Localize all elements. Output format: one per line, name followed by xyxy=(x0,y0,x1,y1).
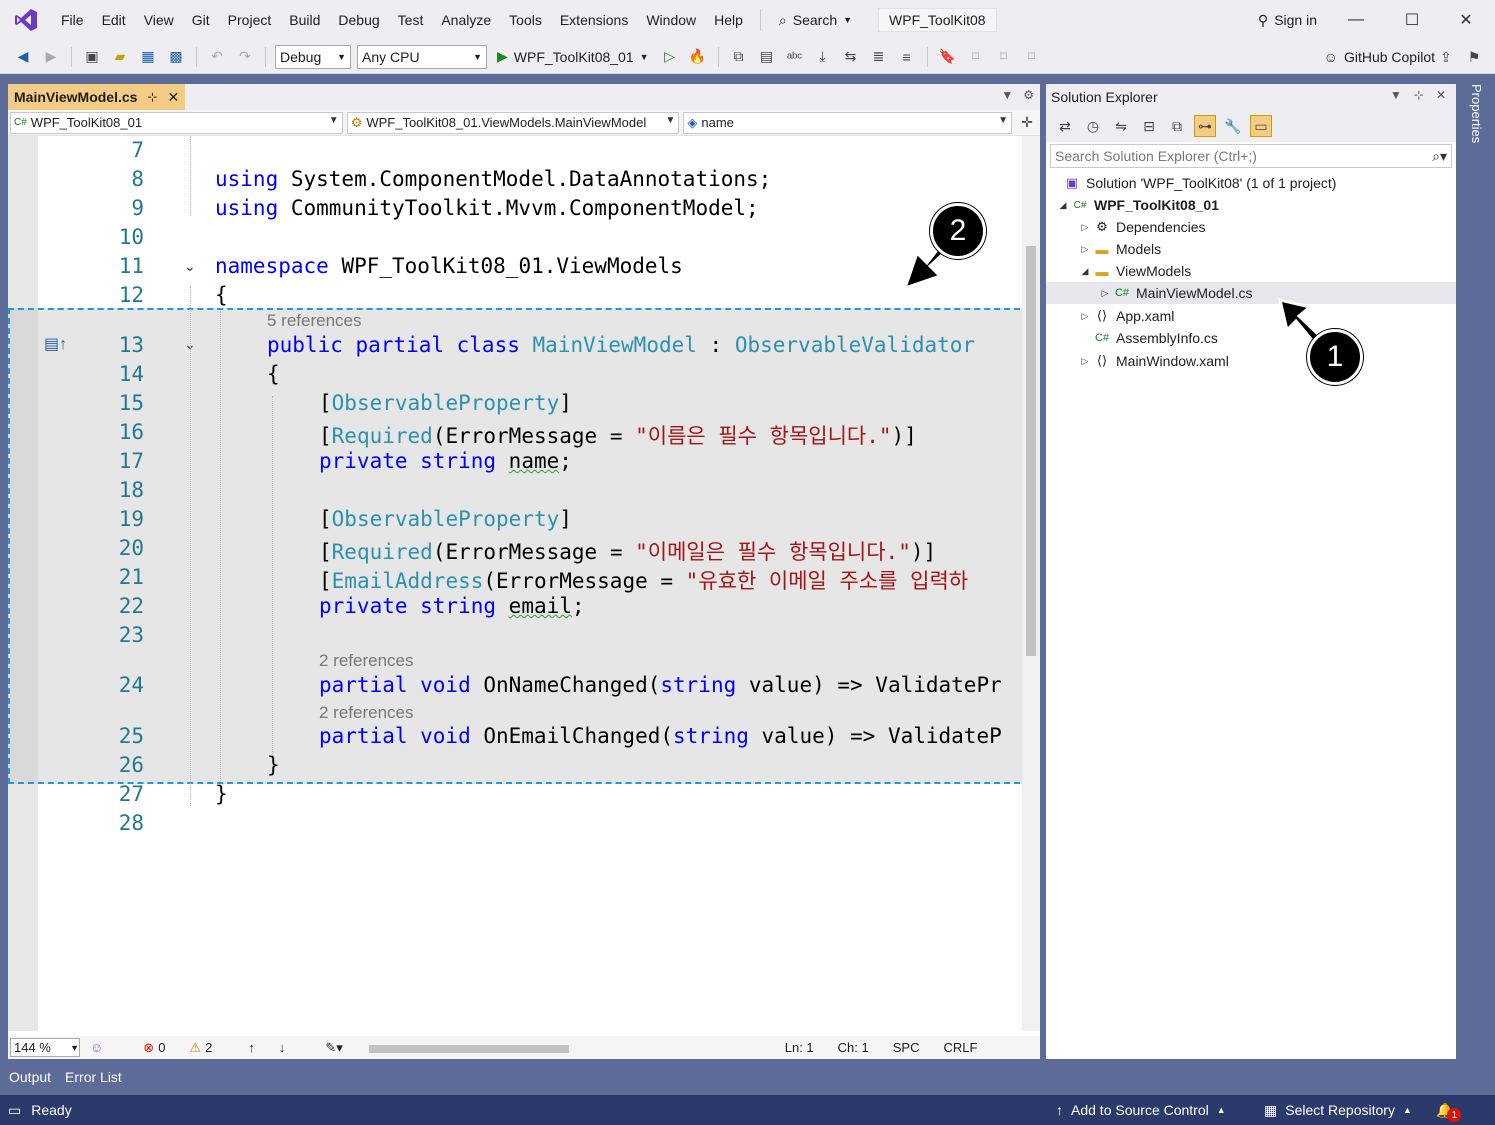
callout-2: 2 xyxy=(930,203,986,259)
annotation-arrows xyxy=(902,230,1325,348)
callout-1: 1 xyxy=(1307,329,1363,385)
